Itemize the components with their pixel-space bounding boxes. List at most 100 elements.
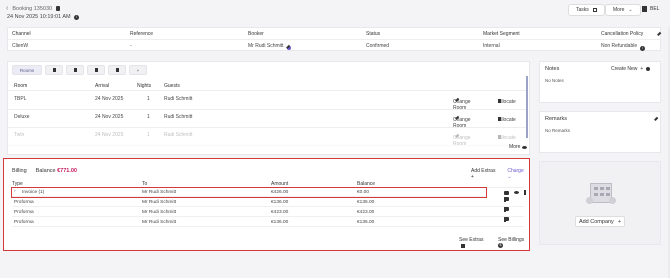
kebab-menu-icon[interactable] [504,196,506,202]
bill-amount: €423.00 [271,210,289,215]
edit-remarks-icon[interactable] [654,116,658,121]
create-new-label: Create New [611,66,638,72]
market-segment-value: Internal [483,43,500,49]
booking-title: Booking 135030 [12,5,53,12]
tab-doc[interactable] [66,65,84,75]
flag-icon [642,6,647,12]
cart-icon [461,243,465,248]
room-row[interactable]: Twin 24 Nov 2025 1 Rudi Schmitt Change R… [8,129,528,147]
status-value: Confirmed [366,43,390,49]
language-label: BEL [650,6,660,12]
col-balance: Balance [357,181,376,187]
rooms-header: Room Arrival Nights Guests [8,80,528,91]
room-nights: 1 [147,114,150,120]
bill-balance: €136.00 [357,220,375,225]
building-illustration [586,179,616,207]
edit-icon[interactable] [657,31,661,36]
more-button[interactable]: More ⌄ [605,4,641,16]
back-link[interactable]: ‹ Booking 135030 [6,5,61,12]
tasks-button[interactable]: Tasks [568,4,605,16]
kebab-menu-icon[interactable] [504,216,506,222]
card-icon [94,68,98,72]
notes-title: Notes [545,66,560,72]
billing-title-text: Billing [12,168,27,174]
col-type: Type [12,181,23,187]
billing-title: Billing Balance €771.00 [12,168,77,174]
remarks-empty: No Remarks [545,128,571,133]
tab-card[interactable] [87,65,105,75]
tab-bed[interactable] [45,65,63,75]
created-timestamp: 24 Nov 2025 10:19:01 AM i [7,14,79,20]
bill-to: Mr Rudi Schmitt [142,200,177,205]
language-selector[interactable]: BEL [642,6,659,12]
col-arrival: Arrival [95,83,110,89]
create-note-button[interactable]: Create New + [611,66,651,72]
room-arrival: 24 Nov 2025 [95,132,124,138]
charge-button[interactable]: Charge ⌄ [507,168,529,180]
see-billings-link[interactable]: See Billings $ [498,237,529,249]
room-row[interactable]: Deluxe 24 Nov 2025 1 Rudi Schmitt Change… [8,111,528,129]
plus-icon: + [136,67,140,73]
chevron-down-icon: ⌄ [628,7,633,13]
kebab-menu-icon[interactable] [524,190,526,195]
bin-icon [115,68,119,72]
room-arrival: 24 Nov 2025 [95,114,124,120]
tab-add[interactable]: + [129,65,147,75]
bill-balance: €136.00 [357,200,375,205]
booker-value[interactable]: Mr Rudi Schmitt [248,43,291,50]
info-icon[interactable]: i [640,46,646,51]
invoice-row-actions [504,190,526,195]
bill-type: Proforma [14,210,34,215]
add-company-button[interactable]: Add Company + [575,216,625,227]
rooms-tabs: Rooms + [12,65,147,75]
created-text: 24 Nov 2025 10:19:01 AM [7,14,71,20]
notes-empty: No Notes [545,78,564,83]
room-row[interactable]: TBPL 24 Nov 2025 1 Rudi Schmitt Change R… [8,93,528,111]
copy-icon[interactable] [56,6,61,11]
eye-icon [522,145,528,149]
bill-type: Invoice (1) [22,190,45,195]
add-extras-label: Add Extras [471,168,496,174]
remarks-title: Remarks [545,116,568,122]
room-arrival: 24 Nov 2025 [95,96,124,102]
company-card: Add Company + [539,161,661,245]
info-icon[interactable]: i [73,14,79,20]
print-icon[interactable] [504,190,509,195]
bill-amount: €426.00 [271,190,289,195]
billing-header: Type To Amount Balance [12,181,524,188]
billing-icon: $ [498,243,504,249]
summary-header: Channel Reference Booker Status Market S… [8,28,661,40]
col-reference: Reference [130,31,154,37]
col-amount: Amount [271,181,289,187]
kebab-menu-icon[interactable] [504,206,506,212]
plus-icon: + [617,218,622,225]
billing-row[interactable]: Proforma Mr Rudi Schmitt €136.00 €136.00 [12,196,524,207]
add-extras-button[interactable]: Add Extras + [471,168,499,180]
tab-rooms[interactable]: Rooms [12,65,42,75]
billing-row[interactable]: Proforma Mr Rudi Schmitt €136.00 €136.00 [12,216,524,227]
tab-bin[interactable] [108,65,126,75]
see-extras-link[interactable]: See Extras [459,237,488,249]
cancellation-text: Non Refundable [601,43,638,49]
bill-to: Mr Rudi Schmitt [142,190,177,195]
rooms-scrollbar[interactable] [526,76,528,138]
gear-icon[interactable] [646,67,651,71]
tasks-icon [592,8,597,12]
rooms-more-label: More [509,144,521,150]
room-guest: Rudi Schmitt [164,96,193,102]
remarks-card: Remarks No Remarks [539,111,661,153]
reference-value: - [130,43,132,49]
room-nights: 1 [147,96,150,102]
see-billings-label: See Billings [498,237,525,243]
eye-icon[interactable] [514,191,519,194]
billing-row[interactable]: Proforma Mr Rudi Schmitt €423.00 €423.00 [12,206,524,217]
col-room: Room [14,83,28,89]
room-nights: 1 [147,132,150,138]
bill-amount: €136.00 [271,220,289,225]
col-status: Status [366,31,381,37]
col-to: To [142,181,148,187]
bill-balance: €0.00 [357,190,370,195]
rooms-more-link[interactable]: More [509,144,528,150]
expand-icon[interactable]: › [14,189,16,194]
billing-row-invoice[interactable]: › Invoice (1) Mr Rudi Schmitt €426.00 €0… [11,187,487,198]
